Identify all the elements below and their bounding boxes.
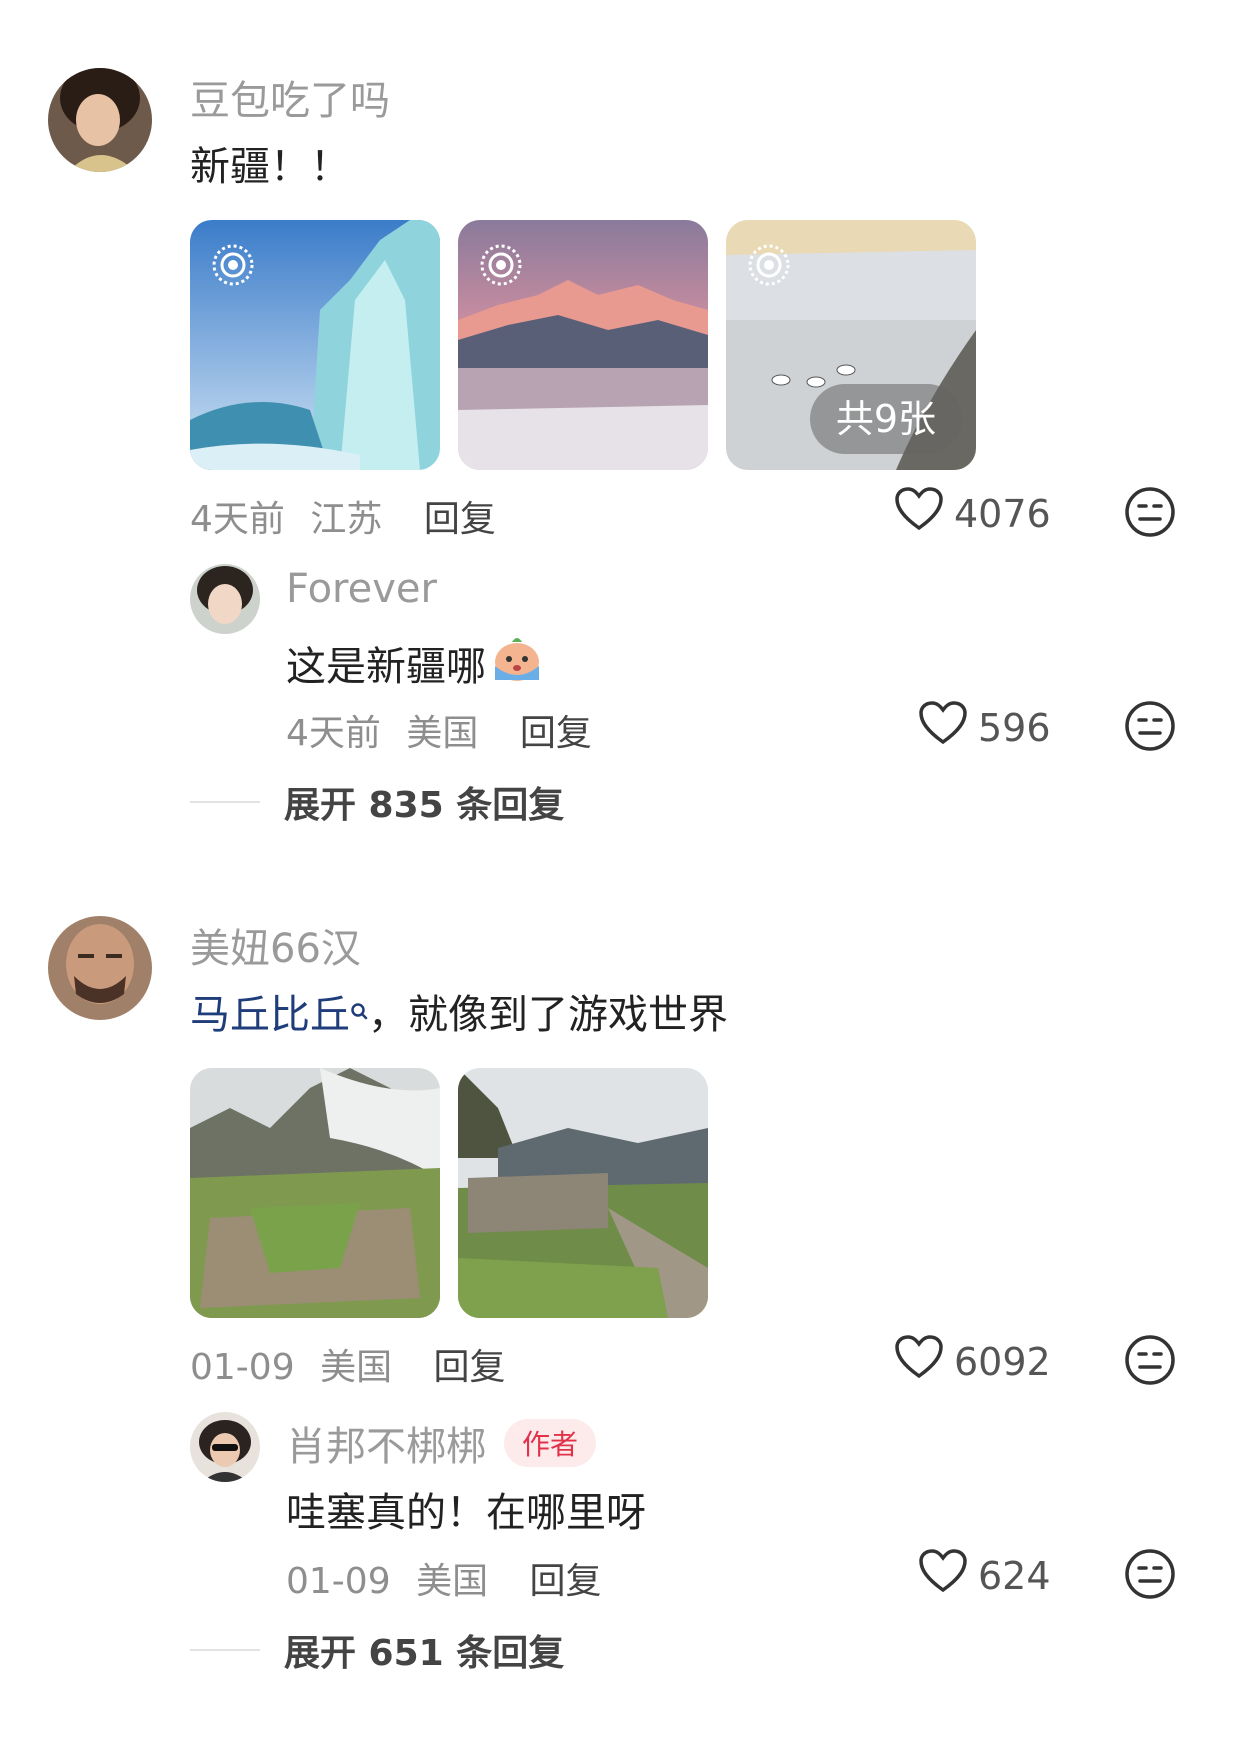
author-badge: 作者 xyxy=(504,1419,597,1467)
like-count: 4076 xyxy=(954,491,1051,536)
crying-sticker-icon xyxy=(490,632,544,694)
comment-photo[interactable]: 共9张 xyxy=(726,220,976,470)
reply-text: 这是新疆哪 xyxy=(286,632,544,694)
like-button[interactable]: 596 xyxy=(918,700,1051,755)
live-photo-icon xyxy=(746,242,792,288)
reply-button[interactable]: 回复 xyxy=(520,713,592,754)
dislike-button[interactable] xyxy=(1124,1334,1176,1386)
comment-location: 美国 xyxy=(320,1347,393,1388)
expand-replies-label: 展开 835 条回复 xyxy=(284,785,565,826)
reply-location: 美国 xyxy=(406,713,479,754)
reply-time: 01-09 xyxy=(286,1561,391,1602)
avatar[interactable] xyxy=(190,564,260,634)
like-button[interactable]: 4076 xyxy=(894,486,1051,541)
heart-outline-icon xyxy=(918,700,968,755)
avatar[interactable] xyxy=(190,1412,260,1482)
like-button[interactable]: 6092 xyxy=(894,1334,1051,1389)
username[interactable]: 美妞66汉 xyxy=(190,916,361,974)
like-count: 596 xyxy=(978,705,1051,750)
reply-time: 4天前 xyxy=(286,713,381,754)
reply-button[interactable]: 回复 xyxy=(530,1561,602,1602)
dislike-button[interactable] xyxy=(1124,700,1176,752)
comment-text: 马丘比丘 ，就像到了游戏世界 xyxy=(190,982,728,1040)
dislike-button[interactable] xyxy=(1124,486,1176,538)
search-link[interactable]: 马丘比丘 xyxy=(190,992,350,1038)
like-button[interactable]: 624 xyxy=(918,1548,1051,1603)
expand-replies-button[interactable]: 展开 651 条回复 xyxy=(190,1624,564,1676)
expand-replies-button[interactable]: 展开 835 条回复 xyxy=(190,776,564,828)
heart-outline-icon xyxy=(918,1548,968,1603)
heart-outline-icon xyxy=(894,1334,944,1389)
reply-location: 美国 xyxy=(416,1561,489,1602)
comment-location: 江苏 xyxy=(310,499,383,540)
reply-button[interactable]: 回复 xyxy=(434,1347,506,1388)
username: 肖邦不梆梆 作者 xyxy=(286,1414,597,1472)
dislike-button[interactable] xyxy=(1124,1548,1176,1600)
comment-photo[interactable] xyxy=(458,220,708,470)
live-photo-icon xyxy=(478,242,524,288)
like-count: 624 xyxy=(978,1553,1051,1598)
comment-text-rest: ，就像到了游戏世界 xyxy=(368,992,728,1038)
comment-photo[interactable] xyxy=(458,1068,708,1318)
neutral-face-icon xyxy=(1124,1548,1176,1600)
reply-username[interactable]: 肖邦不梆梆 xyxy=(286,1414,486,1472)
reply-text-body: 这是新疆哪 xyxy=(286,644,486,690)
comment-text: 新疆！！ xyxy=(190,144,350,190)
heart-outline-icon xyxy=(894,486,944,541)
neutral-face-icon xyxy=(1124,486,1176,538)
comment-time: 01-09 xyxy=(190,1347,295,1388)
neutral-face-icon xyxy=(1124,1334,1176,1386)
username[interactable]: 豆包吃了吗 xyxy=(190,68,390,126)
expand-replies-label: 展开 651 条回复 xyxy=(284,1633,565,1674)
reply-text: 哇塞真的！在哪里呀 xyxy=(286,1490,646,1536)
divider xyxy=(190,801,260,803)
neutral-face-icon xyxy=(1124,700,1176,752)
comment-photo[interactable] xyxy=(190,1068,440,1318)
avatar[interactable] xyxy=(48,68,152,172)
comment-meta: 4天前 江苏 回复 xyxy=(190,490,496,542)
comment-photo[interactable] xyxy=(190,220,440,470)
divider xyxy=(190,1649,260,1651)
reply-meta: 4天前 美国 回复 xyxy=(286,704,592,756)
like-count: 6092 xyxy=(954,1339,1051,1384)
username[interactable]: Forever xyxy=(286,566,437,612)
comment-time: 4天前 xyxy=(190,499,285,540)
reply-button[interactable]: 回复 xyxy=(424,499,496,540)
live-photo-icon xyxy=(210,242,256,288)
photo-count-badge[interactable]: 共9张 xyxy=(809,384,962,454)
comment-meta: 01-09 美国 回复 xyxy=(190,1338,506,1390)
search-small-icon[interactable] xyxy=(350,986,368,1032)
reply-meta: 01-09 美国 回复 xyxy=(286,1552,602,1604)
avatar[interactable] xyxy=(48,916,152,1020)
